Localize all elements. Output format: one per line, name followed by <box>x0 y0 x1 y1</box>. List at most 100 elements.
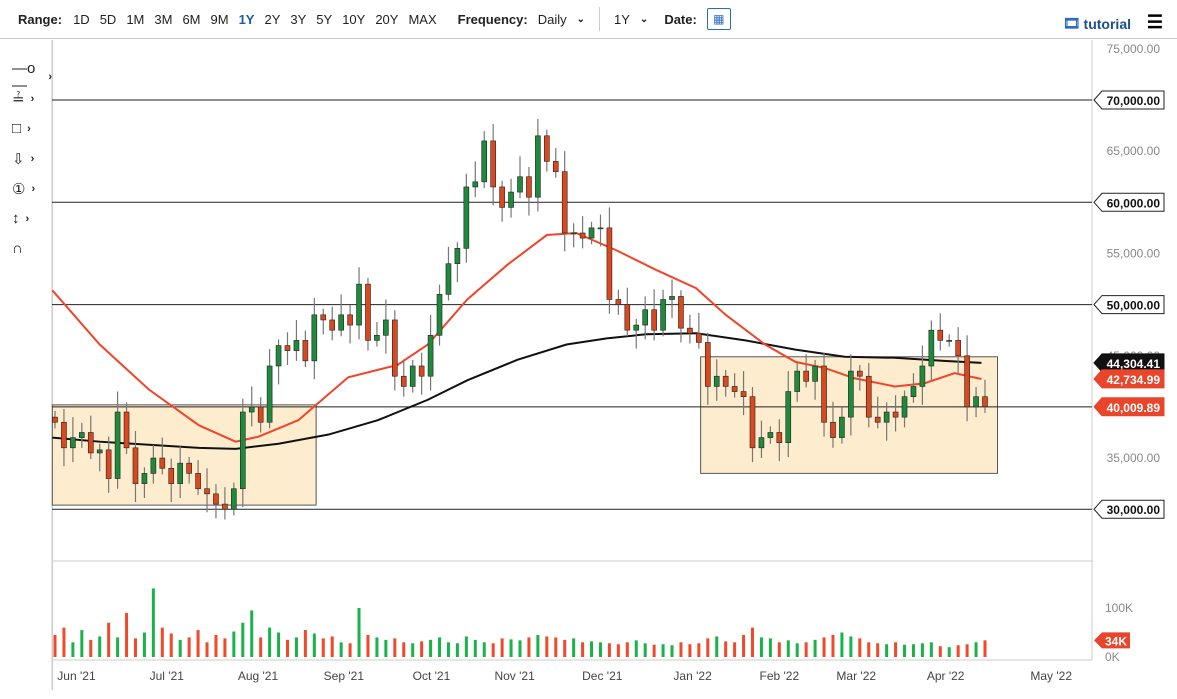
volume-bar <box>823 637 826 657</box>
volume-bar <box>116 637 119 657</box>
volume-bar <box>921 643 924 657</box>
x-tick-label: Mar '22 <box>836 669 876 683</box>
volume-bar <box>831 635 834 657</box>
candle-body <box>410 366 415 386</box>
volume-bar <box>197 630 200 657</box>
candle-body <box>205 489 210 494</box>
candle-body <box>169 468 174 483</box>
candle-body <box>61 422 66 448</box>
volume-bar <box>572 638 575 657</box>
volume-bar <box>402 642 405 657</box>
volume-bar <box>554 637 557 657</box>
x-tick-label: Sep '21 <box>324 669 365 683</box>
volume-bar <box>671 645 674 657</box>
price-tag-label: 70,000.00 <box>1107 94 1161 108</box>
volume-bar <box>510 639 513 657</box>
volume-bar <box>751 628 754 657</box>
x-tick-label: Dec '21 <box>582 669 623 683</box>
candle-body <box>571 233 576 234</box>
candle-body <box>634 325 639 330</box>
candle-body <box>839 417 844 437</box>
x-tick-label: Aug '21 <box>238 669 279 683</box>
candle-body <box>70 438 75 448</box>
volume-bar <box>608 643 611 657</box>
candle-body <box>777 432 782 442</box>
volume-bar <box>143 633 146 658</box>
volume-bar <box>724 641 727 657</box>
candle-body <box>374 335 379 340</box>
candle-body <box>482 141 487 182</box>
candle-body <box>750 397 755 448</box>
volume-tick-label: 100K <box>1105 601 1133 615</box>
candle-body <box>822 366 827 422</box>
volume-bar <box>644 643 647 657</box>
candle-body <box>178 463 183 483</box>
candle-body <box>607 228 612 300</box>
y-tick-label: 35,000.00 <box>1107 451 1161 465</box>
volume-bar <box>536 635 539 657</box>
volume-bar <box>295 637 298 657</box>
volume-bar <box>653 645 656 657</box>
volume-bar <box>214 635 217 657</box>
volume-bar <box>331 636 334 657</box>
volume-bar <box>89 640 92 657</box>
candle-body <box>303 340 308 360</box>
candle-body <box>321 315 326 320</box>
x-tick-label: Jun '21 <box>57 669 96 683</box>
volume-bar <box>903 645 906 657</box>
candle-body <box>518 177 523 192</box>
volume-bar <box>268 628 271 657</box>
candle-body <box>643 310 648 325</box>
candle-body <box>920 366 925 386</box>
candle-body <box>401 376 406 386</box>
candle-body <box>464 187 469 248</box>
candle-body <box>616 299 621 304</box>
candle-body <box>222 504 227 509</box>
volume-bar <box>80 630 83 657</box>
volume-bar <box>384 640 387 657</box>
y-tick-label: 75,000.00 <box>1107 42 1161 56</box>
volume-bar <box>411 643 414 657</box>
volume-bar <box>840 633 843 658</box>
candle-body <box>446 264 451 295</box>
price-tag-label: 50,000.00 <box>1107 299 1161 313</box>
candle-body <box>437 294 442 335</box>
candle-body <box>392 320 397 376</box>
candle-body <box>196 473 201 488</box>
candle-body <box>848 371 853 417</box>
candle-body <box>875 417 880 422</box>
candle-body <box>696 333 701 342</box>
price-chart[interactable]: 75,000.0070,000.0065,000.0060,000.0055,0… <box>0 0 1177 699</box>
candle-body <box>714 376 719 386</box>
volume-bar <box>277 633 280 658</box>
volume-bar <box>188 637 191 657</box>
candle-body <box>187 463 192 473</box>
volume-bar <box>322 638 325 657</box>
volume-bar <box>161 628 164 657</box>
candle-body <box>276 346 281 366</box>
candle-body <box>357 284 362 325</box>
candle-body <box>893 412 898 417</box>
candle-body <box>768 432 773 437</box>
volume-bar <box>501 638 504 657</box>
volume-bar <box>98 636 101 657</box>
price-tag-label: 30,000.00 <box>1107 503 1161 517</box>
candle-body <box>866 376 871 417</box>
volume-bar <box>805 642 808 657</box>
volume-bar <box>349 643 352 657</box>
candle-body <box>813 366 818 381</box>
volume-bar <box>966 644 969 657</box>
candle-body <box>956 340 961 355</box>
candle-body <box>884 412 889 422</box>
candle-body <box>365 284 370 340</box>
volume-bar <box>545 636 548 657</box>
volume-bar <box>778 642 781 657</box>
volume-bar <box>429 640 432 657</box>
candle-body <box>687 328 692 333</box>
candle-body <box>240 412 245 489</box>
candle-body <box>705 342 710 386</box>
volume-bar <box>733 642 736 657</box>
candle-body <box>830 422 835 437</box>
candle-body <box>267 366 272 422</box>
volume-bar <box>179 640 182 657</box>
